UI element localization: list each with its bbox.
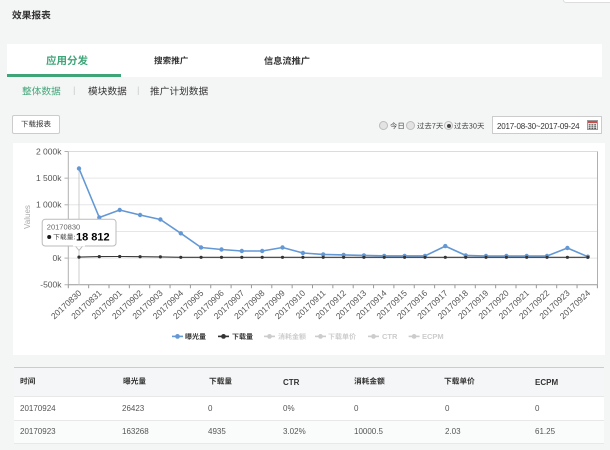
svg-text:Values: Values — [23, 205, 32, 229]
svg-text:2 000k: 2 000k — [36, 146, 62, 156]
svg-text:18 812: 18 812 — [76, 232, 110, 244]
svg-text:ECPM: ECPM — [422, 332, 444, 341]
svg-text:0k: 0k — [53, 253, 63, 263]
svg-text:-500k: -500k — [40, 280, 62, 290]
svg-text:1 000k: 1 000k — [36, 200, 62, 210]
svg-text:20170830: 20170830 — [47, 223, 80, 232]
svg-text:CTR: CTR — [382, 332, 398, 341]
svg-text:1 500k: 1 500k — [36, 173, 62, 183]
